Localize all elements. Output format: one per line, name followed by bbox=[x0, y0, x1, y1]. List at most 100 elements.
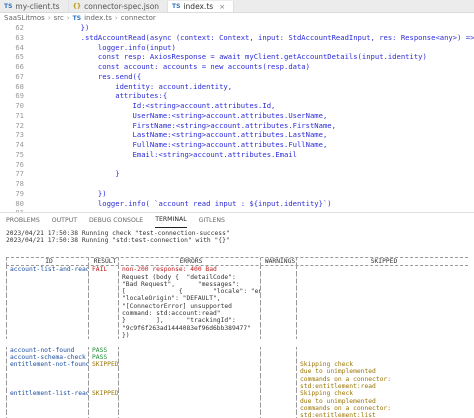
code-line: 70 Id:<string>account.attributes.Id, bbox=[0, 101, 474, 111]
panel-tab-output[interactable]: OUTPUT bbox=[52, 213, 77, 227]
row-errors: "[ConnectorError] unsupported bbox=[118, 302, 260, 311]
row-warnings bbox=[260, 390, 296, 398]
table-row: "Bad Request", "messages": bbox=[6, 280, 468, 289]
row-skipped: Skipping check bbox=[296, 361, 468, 369]
code-text: .stdAccountRead(async (context: Context,… bbox=[46, 32, 474, 42]
row-skipped bbox=[296, 310, 468, 318]
breadcrumb-item[interactable]: index.ts bbox=[84, 14, 112, 22]
code-text: logger.info( `account read input : ${inp… bbox=[46, 198, 332, 208]
row-errors bbox=[118, 375, 260, 384]
table-row: "9c9f6f263ad1444083ef96d6bb389477" bbox=[6, 324, 468, 332]
row-id bbox=[6, 295, 88, 303]
row-skipped bbox=[296, 346, 468, 354]
row-result: SKIPPED bbox=[88, 361, 118, 369]
row-id bbox=[6, 383, 88, 391]
row-skipped: std:entitlement:read bbox=[296, 383, 468, 391]
breadcrumb-item[interactable]: connector bbox=[121, 14, 156, 22]
row-id bbox=[6, 412, 88, 418]
terminal[interactable]: 2023/04/21 17:50:38 Running check "test-… bbox=[0, 230, 474, 418]
code-text: identity: account.identity, bbox=[46, 81, 233, 91]
breadcrumb-item[interactable]: src bbox=[54, 14, 64, 22]
row-result: PASS bbox=[88, 346, 118, 354]
breadcrumb: SaaSLitmos › src › TS index.ts › connector bbox=[0, 13, 474, 23]
editor-tab-bar: TS my-client.ts{} connector-spec.json TS ind… bbox=[0, 0, 474, 13]
code-line: 78 bbox=[0, 179, 474, 189]
row-result bbox=[88, 324, 118, 332]
panel-tab-gitlens[interactable]: GITLENS bbox=[199, 213, 225, 227]
panel-tab-terminal[interactable]: TERMINAL bbox=[155, 213, 187, 228]
code-text: res.send({ bbox=[46, 71, 142, 81]
line-number: 76 bbox=[15, 159, 24, 169]
panel-tab-problems[interactable]: PROBLEMS bbox=[6, 213, 40, 227]
row-id bbox=[6, 317, 88, 325]
results-table: ID RESULT ERRORS WARNINGS SKIPPED account-lis… bbox=[6, 257, 468, 418]
table-header-cell: SKIPPED bbox=[296, 258, 468, 266]
row-errors: "9c9f6f263ad1444083ef96d6bb389477" bbox=[118, 324, 260, 332]
panel-tab-debug-console[interactable]: DEBUG CONSOLE bbox=[89, 213, 143, 227]
editor-tab[interactable]: TS index.ts × bbox=[168, 1, 235, 12]
code-line: 73 LastName:<string>account.attributes.L… bbox=[0, 130, 474, 140]
code-line: 74 FullName:<string>account.attributes.F… bbox=[0, 140, 474, 150]
close-icon[interactable]: × bbox=[219, 3, 225, 11]
line-number: 74 bbox=[15, 140, 24, 149]
table-row: Request (body { "detailCode": bbox=[6, 273, 468, 281]
row-skipped: commands on a connector: bbox=[296, 375, 468, 384]
code-line: 79 }) bbox=[0, 189, 474, 199]
table-row: account-not-found PASS bbox=[6, 346, 468, 354]
row-warnings bbox=[260, 280, 296, 289]
code-line: 71 UserName:<string>account.attributes.U… bbox=[0, 111, 474, 121]
row-id bbox=[6, 288, 88, 296]
line-number: 79 bbox=[15, 188, 24, 198]
code-line: 76 bbox=[0, 160, 474, 170]
row-warnings bbox=[260, 353, 296, 362]
editor-tab-label: index.ts bbox=[183, 2, 214, 11]
terminal-line: 2023/04/21 17:50:38 Running "std:test-co… bbox=[6, 237, 230, 245]
table-row: entitlement-not-found SKIPPED Skipping che… bbox=[6, 361, 468, 369]
table-row: }) bbox=[6, 331, 468, 340]
row-skipped bbox=[296, 273, 468, 281]
row-errors bbox=[118, 361, 260, 369]
table-row: [ { "locale": "en-US", "text": bbox=[6, 288, 468, 296]
row-result: FAIL bbox=[88, 266, 118, 274]
row-id: account-not-found bbox=[6, 346, 88, 354]
row-warnings bbox=[260, 361, 296, 369]
row-skipped bbox=[296, 331, 468, 340]
table-row: "[ConnectorError] unsupported bbox=[6, 302, 468, 311]
breadcrumb-item[interactable]: TS bbox=[73, 15, 81, 22]
table-row: entitlement-list-read SKIPPED Skipping che… bbox=[6, 390, 468, 398]
line-number: 62 bbox=[15, 23, 24, 32]
breadcrumb-item[interactable]: SaaSLitmos bbox=[4, 14, 45, 22]
row-warnings bbox=[260, 404, 296, 413]
row-result bbox=[88, 295, 118, 303]
row-result bbox=[88, 280, 118, 289]
row-result bbox=[88, 383, 118, 391]
row-errors bbox=[118, 368, 260, 376]
code-text: logger.info(input) bbox=[46, 42, 176, 52]
table-header-cell: ERRORS bbox=[118, 258, 260, 266]
line-number: 75 bbox=[15, 149, 24, 159]
code-line: 64 logger.info(input) bbox=[0, 43, 474, 53]
code-editor[interactable]: 62 }) 63 .stdAccountRead(async (context: … bbox=[0, 23, 474, 213]
row-skipped bbox=[296, 288, 468, 296]
row-id: entitlement-not-found bbox=[6, 361, 88, 369]
row-skipped: Skipping check bbox=[296, 390, 468, 398]
row-errors: "Bad Request", "messages": bbox=[118, 280, 260, 289]
row-errors: [ { "locale": "en-US", "text": bbox=[118, 288, 260, 296]
row-result bbox=[88, 317, 118, 325]
table-row: commands on a connector: bbox=[6, 404, 468, 413]
row-id bbox=[6, 324, 88, 332]
table-header: ID RESULT ERRORS WARNINGS SKIPPED bbox=[6, 257, 468, 267]
editor-tab[interactable]: {} connector-spec.json bbox=[69, 1, 169, 12]
code-line: 67 res.send({ bbox=[0, 72, 474, 82]
editor-tab[interactable]: TS my-client.ts bbox=[0, 1, 69, 12]
row-id bbox=[6, 331, 88, 340]
row-id bbox=[6, 310, 88, 318]
row-id: account-schema-check bbox=[6, 353, 88, 362]
table-row: account-schema-check PASS bbox=[6, 353, 468, 362]
row-errors: }) bbox=[118, 331, 260, 340]
row-warnings bbox=[260, 302, 296, 311]
row-result bbox=[88, 375, 118, 384]
row-id bbox=[6, 375, 88, 384]
line-number: 66 bbox=[15, 62, 24, 71]
line-number: 63 bbox=[15, 32, 24, 42]
